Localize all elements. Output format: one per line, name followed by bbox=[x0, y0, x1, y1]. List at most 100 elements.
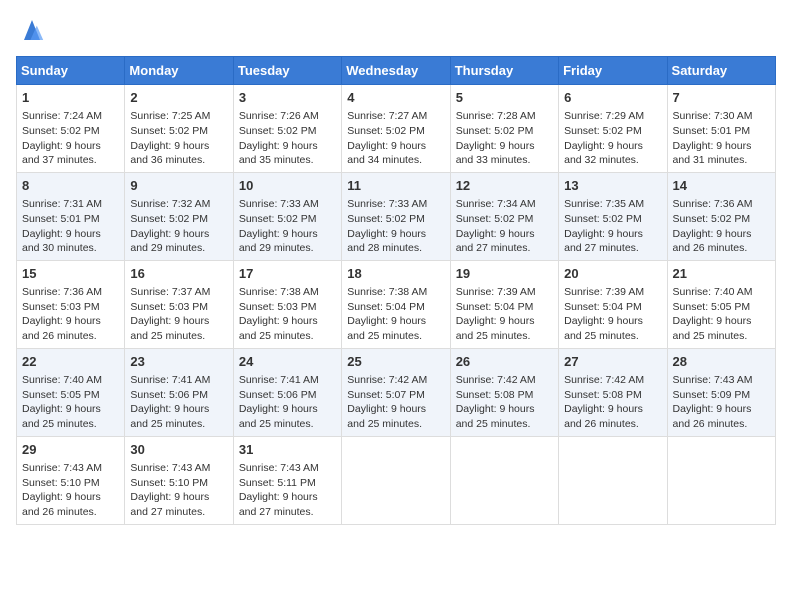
column-header-wednesday: Wednesday bbox=[342, 57, 450, 85]
day-number: 19 bbox=[456, 265, 553, 283]
calendar-cell: 17Sunrise: 7:38 AMSunset: 5:03 PMDayligh… bbox=[233, 260, 341, 348]
calendar-cell: 31 Sunrise: 7:43 AMSunset: 5:11 PMDayligh… bbox=[233, 436, 341, 524]
calendar-cell: 19 Sunrise: 7:39 AMSunset: 5:04 PMDayligh… bbox=[450, 260, 558, 348]
calendar-cell: 25 Sunrise: 7:42 AMSunset: 5:07 PMDayligh… bbox=[342, 348, 450, 436]
calendar-cell: 3 Sunrise: 7:26 AMSunset: 5:02 PMDaylight… bbox=[233, 85, 341, 173]
column-header-monday: Monday bbox=[125, 57, 233, 85]
calendar-week-2: 8 Sunrise: 7:31 AMSunset: 5:01 PMDaylight… bbox=[17, 172, 776, 260]
calendar-cell: 5Sunrise: 7:28 AMSunset: 5:02 PMDaylight… bbox=[450, 85, 558, 173]
calendar-cell: 16 Sunrise: 7:37 AMSunset: 5:03 PMDayligh… bbox=[125, 260, 233, 348]
day-number: 21 bbox=[673, 265, 770, 283]
calendar-cell: 26 Sunrise: 7:42 AMSunset: 5:08 PMDayligh… bbox=[450, 348, 558, 436]
day-info: Sunrise: 7:42 AMSunset: 5:07 PMDaylight:… bbox=[347, 373, 444, 432]
calendar-cell bbox=[342, 436, 450, 524]
calendar-cell: 22 Sunrise: 7:40 AMSunset: 5:05 PMDayligh… bbox=[17, 348, 125, 436]
day-number: 24 bbox=[239, 353, 336, 371]
day-info: Sunrise: 7:41 AMSunset: 5:06 PMDaylight:… bbox=[130, 373, 227, 432]
day-info: Sunrise: 7:32 AMSunset: 5:02 PMDaylight:… bbox=[130, 197, 227, 256]
day-number: 3 bbox=[239, 89, 336, 107]
calendar-cell bbox=[667, 436, 775, 524]
day-info: Sunrise: 7:35 AMSunset: 5:02 PMDaylight:… bbox=[564, 197, 661, 256]
calendar-cell bbox=[450, 436, 558, 524]
day-info: Sunrise: 7:33 AMSunset: 5:02 PMDaylight:… bbox=[239, 197, 336, 256]
day-number: 9 bbox=[130, 177, 227, 195]
day-number: 16 bbox=[130, 265, 227, 283]
calendar-cell: 11Sunrise: 7:33 AMSunset: 5:02 PMDayligh… bbox=[342, 172, 450, 260]
calendar-cell: 2Sunrise: 7:25 AMSunset: 5:02 PMDaylight… bbox=[125, 85, 233, 173]
day-info: Sunrise: 7:31 AMSunset: 5:01 PMDaylight:… bbox=[22, 197, 119, 256]
day-number: 8 bbox=[22, 177, 119, 195]
day-number: 31 bbox=[239, 441, 336, 459]
calendar-week-4: 22 Sunrise: 7:40 AMSunset: 5:05 PMDayligh… bbox=[17, 348, 776, 436]
day-info: Sunrise: 7:40 AMSunset: 5:05 PMDaylight:… bbox=[22, 373, 119, 432]
day-info: Sunrise: 7:39 AMSunset: 5:04 PMDaylight:… bbox=[564, 285, 661, 344]
day-info: Sunrise: 7:42 AMSunset: 5:08 PMDaylight:… bbox=[456, 373, 553, 432]
calendar-cell: 8 Sunrise: 7:31 AMSunset: 5:01 PMDaylight… bbox=[17, 172, 125, 260]
day-info: Sunrise: 7:24 AMSunset: 5:02 PMDaylight:… bbox=[22, 109, 119, 168]
day-info: Sunrise: 7:26 AMSunset: 5:02 PMDaylight:… bbox=[239, 109, 336, 168]
day-number: 5 bbox=[456, 89, 553, 107]
calendar-cell: 9 Sunrise: 7:32 AMSunset: 5:02 PMDaylight… bbox=[125, 172, 233, 260]
calendar-week-5: 29 Sunrise: 7:43 AMSunset: 5:10 PMDayligh… bbox=[17, 436, 776, 524]
day-number: 25 bbox=[347, 353, 444, 371]
day-number: 15 bbox=[22, 265, 119, 283]
day-info: Sunrise: 7:36 AMSunset: 5:02 PMDaylight:… bbox=[673, 197, 770, 256]
day-number: 12 bbox=[456, 177, 553, 195]
day-number: 26 bbox=[456, 353, 553, 371]
column-header-tuesday: Tuesday bbox=[233, 57, 341, 85]
day-info: Sunrise: 7:30 AMSunset: 5:01 PMDaylight:… bbox=[673, 109, 770, 168]
calendar-cell: 18Sunrise: 7:38 AMSunset: 5:04 PMDayligh… bbox=[342, 260, 450, 348]
day-number: 28 bbox=[673, 353, 770, 371]
day-info: Sunrise: 7:37 AMSunset: 5:03 PMDaylight:… bbox=[130, 285, 227, 344]
calendar-header-row: SundayMondayTuesdayWednesdayThursdayFrid… bbox=[17, 57, 776, 85]
day-info: Sunrise: 7:33 AMSunset: 5:02 PMDaylight:… bbox=[347, 197, 444, 256]
day-number: 17 bbox=[239, 265, 336, 283]
day-number: 1 bbox=[22, 89, 119, 107]
calendar-cell: 7Sunrise: 7:30 AMSunset: 5:01 PMDaylight… bbox=[667, 85, 775, 173]
calendar-cell bbox=[559, 436, 667, 524]
day-number: 23 bbox=[130, 353, 227, 371]
day-number: 4 bbox=[347, 89, 444, 107]
calendar-cell: 13 Sunrise: 7:35 AMSunset: 5:02 PMDayligh… bbox=[559, 172, 667, 260]
calendar-cell: 14 Sunrise: 7:36 AMSunset: 5:02 PMDayligh… bbox=[667, 172, 775, 260]
day-info: Sunrise: 7:42 AMSunset: 5:08 PMDaylight:… bbox=[564, 373, 661, 432]
day-number: 29 bbox=[22, 441, 119, 459]
day-number: 30 bbox=[130, 441, 227, 459]
day-number: 10 bbox=[239, 177, 336, 195]
calendar-cell: 20 Sunrise: 7:39 AMSunset: 5:04 PMDayligh… bbox=[559, 260, 667, 348]
day-info: Sunrise: 7:39 AMSunset: 5:04 PMDaylight:… bbox=[456, 285, 553, 344]
day-info: Sunrise: 7:34 AMSunset: 5:02 PMDaylight:… bbox=[456, 197, 553, 256]
day-number: 20 bbox=[564, 265, 661, 283]
day-number: 18 bbox=[347, 265, 444, 283]
page-header bbox=[16, 16, 776, 44]
day-number: 13 bbox=[564, 177, 661, 195]
day-number: 27 bbox=[564, 353, 661, 371]
calendar-cell: 12 Sunrise: 7:34 AMSunset: 5:02 PMDayligh… bbox=[450, 172, 558, 260]
column-header-thursday: Thursday bbox=[450, 57, 558, 85]
column-header-sunday: Sunday bbox=[17, 57, 125, 85]
column-header-saturday: Saturday bbox=[667, 57, 775, 85]
calendar-table: SundayMondayTuesdayWednesdayThursdayFrid… bbox=[16, 56, 776, 525]
day-info: Sunrise: 7:27 AMSunset: 5:02 PMDaylight:… bbox=[347, 109, 444, 168]
day-info: Sunrise: 7:43 AMSunset: 5:10 PMDaylight:… bbox=[22, 461, 119, 520]
day-number: 22 bbox=[22, 353, 119, 371]
calendar-cell: 4 Sunrise: 7:27 AMSunset: 5:02 PMDaylight… bbox=[342, 85, 450, 173]
logo bbox=[16, 16, 52, 44]
day-number: 2 bbox=[130, 89, 227, 107]
day-info: Sunrise: 7:40 AMSunset: 5:05 PMDaylight:… bbox=[673, 285, 770, 344]
day-info: Sunrise: 7:43 AMSunset: 5:11 PMDaylight:… bbox=[239, 461, 336, 520]
calendar-cell: 28Sunrise: 7:43 AMSunset: 5:09 PMDayligh… bbox=[667, 348, 775, 436]
day-info: Sunrise: 7:36 AMSunset: 5:03 PMDaylight:… bbox=[22, 285, 119, 344]
calendar-cell: 27 Sunrise: 7:42 AMSunset: 5:08 PMDayligh… bbox=[559, 348, 667, 436]
calendar-cell: 23 Sunrise: 7:41 AMSunset: 5:06 PMDayligh… bbox=[125, 348, 233, 436]
calendar-week-3: 15 Sunrise: 7:36 AMSunset: 5:03 PMDayligh… bbox=[17, 260, 776, 348]
calendar-cell: 15 Sunrise: 7:36 AMSunset: 5:03 PMDayligh… bbox=[17, 260, 125, 348]
calendar-cell: 24 Sunrise: 7:41 AMSunset: 5:06 PMDayligh… bbox=[233, 348, 341, 436]
calendar-cell: 6Sunrise: 7:29 AMSunset: 5:02 PMDaylight… bbox=[559, 85, 667, 173]
day-info: Sunrise: 7:29 AMSunset: 5:02 PMDaylight:… bbox=[564, 109, 661, 168]
day-number: 14 bbox=[673, 177, 770, 195]
logo-icon bbox=[16, 16, 48, 44]
day-info: Sunrise: 7:41 AMSunset: 5:06 PMDaylight:… bbox=[239, 373, 336, 432]
calendar-cell: 29 Sunrise: 7:43 AMSunset: 5:10 PMDayligh… bbox=[17, 436, 125, 524]
calendar-cell: 21 Sunrise: 7:40 AMSunset: 5:05 PMDayligh… bbox=[667, 260, 775, 348]
